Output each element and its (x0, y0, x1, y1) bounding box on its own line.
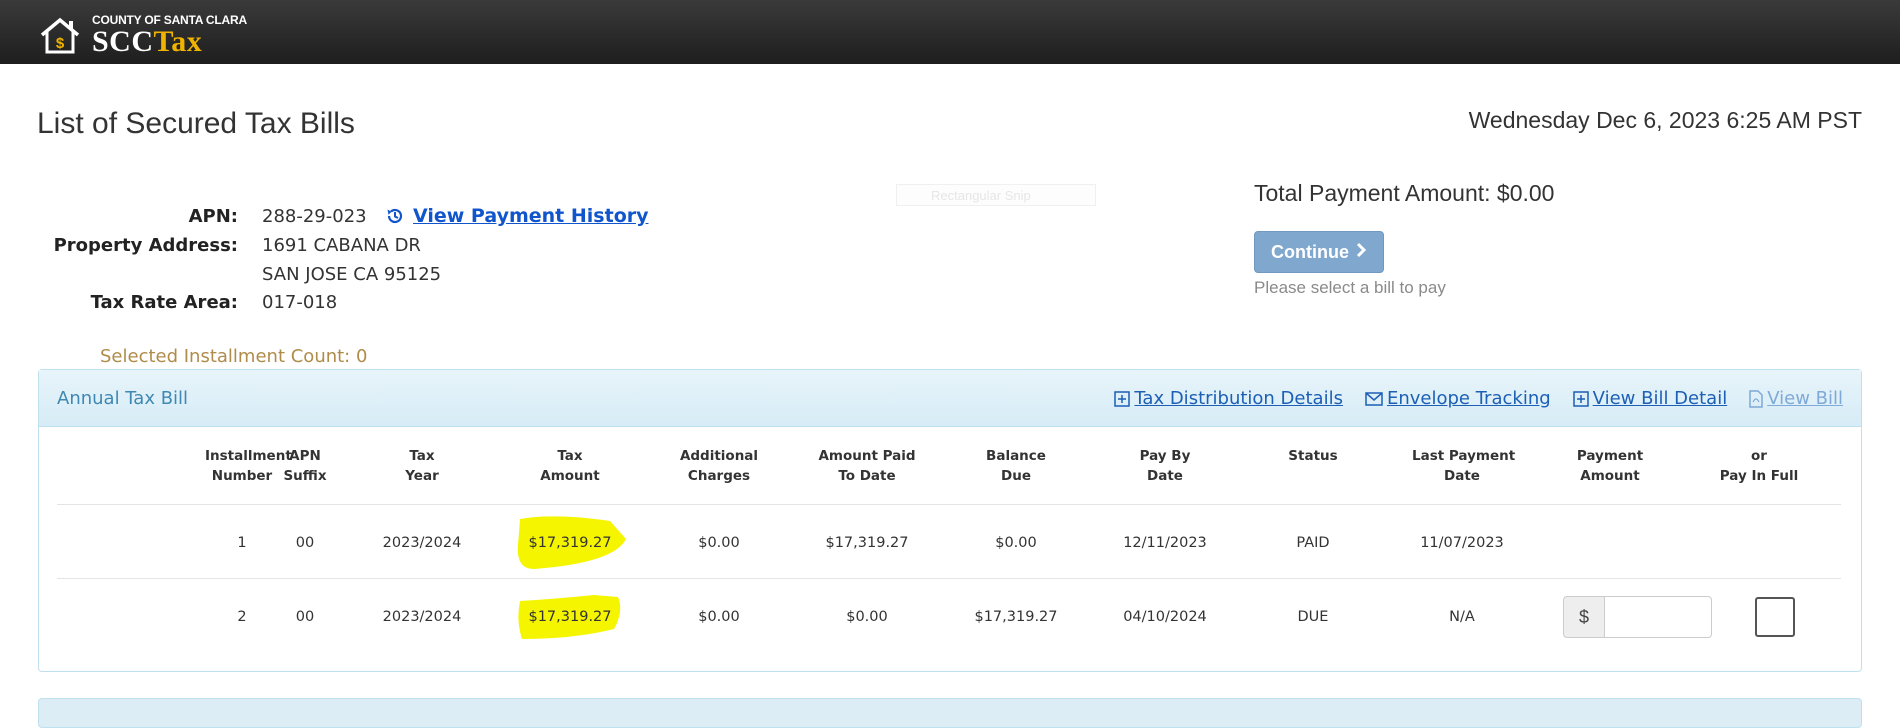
payment-hint: Please select a bill to pay (1254, 278, 1446, 297)
tax-distribution-details-link[interactable]: Tax Distribution Details (1114, 388, 1343, 409)
additional-charges: $0.00 (698, 535, 740, 551)
tax-year: 2023/2024 (382, 535, 462, 551)
col-status: Status (1288, 448, 1338, 464)
additional-charges: $0.00 (698, 609, 740, 625)
annual-tax-bill-panel: Annual Tax Bill Tax Distribution Details… (38, 369, 1862, 672)
amount-paid: $0.00 (846, 609, 888, 625)
current-datetime: Wednesday Dec 6, 2023 6:25 AM PST (1468, 107, 1862, 133)
col-amount-paid: Amount Paid To Date (818, 448, 916, 484)
rectangular-snip-overlay: Rectangular Snip (896, 184, 1096, 206)
currency-prefix: $ (1563, 596, 1605, 638)
chevron-right-icon (1355, 242, 1367, 263)
amount-paid: $17,319.27 (825, 535, 909, 551)
panel-title: Annual Tax Bill (57, 388, 189, 409)
tax-rate-area-value: 017-018 (262, 292, 338, 313)
page-title: List of Secured Tax Bills (37, 107, 355, 140)
view-bill-link[interactable]: View Bill (1749, 388, 1843, 409)
plus-square-icon (1114, 390, 1131, 407)
view-bill-detail-link[interactable]: View Bill Detail (1572, 388, 1727, 409)
col-apn-suffix: APN Suffix (283, 448, 327, 484)
col-balance-due: Balance Due (986, 448, 1046, 484)
last-payment-date: N/A (1449, 609, 1475, 625)
balance-due: $0.00 (995, 535, 1037, 551)
tax-amount: $17,319.27 (517, 516, 626, 569)
total-payment-amount: Total Payment Amount: $0.00 (1254, 180, 1555, 206)
tax-year: 2023/2024 (382, 609, 462, 625)
envelope-icon (1365, 391, 1383, 406)
status: PAID (1296, 535, 1330, 551)
plus-square-icon (1572, 390, 1589, 407)
brand-name: SCCTax (92, 25, 203, 58)
address-line1: 1691 CABANA DR (262, 235, 421, 256)
status: DUE (1297, 609, 1329, 625)
table-header: Installment Number APN Suffix Tax Year Tax A… (57, 446, 1841, 505)
installment-number: 1 (237, 535, 247, 551)
apn-label: APN: (188, 206, 238, 227)
apn-suffix: 00 (295, 609, 315, 625)
history-icon (387, 208, 403, 224)
house-dollar-icon: $ (40, 17, 80, 53)
col-last-payment-date: Last Payment Date (1412, 448, 1516, 484)
tax-amount: $17,319.27 (518, 595, 621, 639)
panel-header: Annual Tax Bill Tax Distribution Details… (39, 370, 1861, 427)
pay-by-date: 04/10/2024 (1123, 609, 1207, 625)
last-payment-date: 11/07/2023 (1420, 535, 1504, 551)
pdf-file-icon (1749, 389, 1763, 408)
col-pay-in-full: or Pay In Full (1719, 448, 1799, 484)
address-line2: SAN JOSE CA 95125 (262, 264, 442, 285)
continue-button[interactable]: Continue (1254, 231, 1384, 273)
col-payment-amount: Payment Amount (1576, 448, 1644, 484)
table-row: 2 00 2023/2024 $17,319.27 $0.00 $0.00 $1… (57, 579, 1841, 652)
balance-due: $17,319.27 (974, 609, 1058, 625)
col-pay-by-date: Pay By Date (1139, 448, 1191, 484)
pay-in-full-checkbox[interactable] (1755, 597, 1795, 637)
svg-text:$: $ (56, 35, 65, 52)
pay-by-date: 12/11/2023 (1123, 535, 1207, 551)
top-bar: $ COUNTY OF SANTA CLARA SCCTax (0, 0, 1900, 64)
envelope-tracking-link[interactable]: Envelope Tracking (1365, 388, 1551, 409)
property-address-label: Property Address: (53, 235, 238, 256)
col-tax-year: Tax Year (405, 448, 439, 484)
installment-number: 2 (237, 609, 247, 625)
tax-rate-area-label: Tax Rate Area: (90, 292, 238, 313)
col-installment-number: Installment Number (205, 448, 292, 484)
table-row: 1 00 2023/2024 $17,319.27 $0.00 $17,319.… (57, 505, 1841, 579)
scctax-logo[interactable]: $ COUNTY OF SANTA CLARA SCCTax (38, 14, 247, 57)
view-payment-history-link[interactable]: View Payment History (385, 205, 649, 227)
col-additional-charges: Additional Charges (679, 448, 759, 484)
apn-value: 288-29-023 (262, 206, 367, 227)
apn-suffix: 00 (295, 535, 315, 551)
col-tax-amount: Tax Amount (540, 448, 600, 484)
payment-amount-input[interactable] (1605, 596, 1712, 638)
next-bill-panel (38, 698, 1862, 728)
payment-amount-group: $ (1563, 596, 1712, 638)
selected-installment-count: Selected Installment Count: 0 (100, 346, 368, 367)
